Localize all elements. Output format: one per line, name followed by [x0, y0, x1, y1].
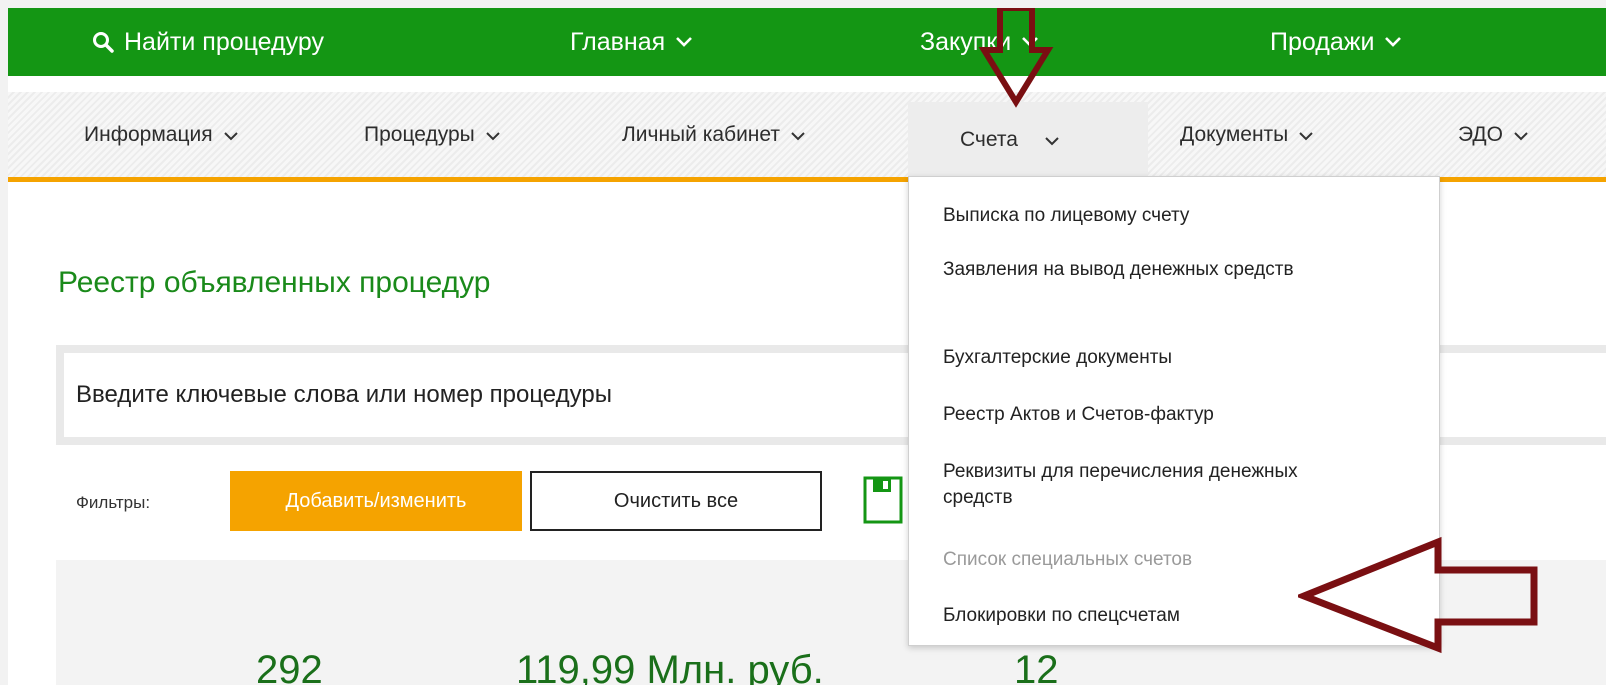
subnav-item-information[interactable]: Информация: [84, 92, 239, 177]
procedure-search-input[interactable]: [76, 353, 876, 437]
menu-item-accounting-documents[interactable]: Бухгалтерские документы: [943, 345, 1423, 371]
subnav-item-label: Процедуры: [364, 122, 475, 146]
stat-organizers-count: 12: [1014, 648, 1059, 685]
topnav-item-main[interactable]: Главная: [570, 8, 693, 76]
subnav-item-label: Личный кабинет: [622, 122, 780, 146]
chevron-down-icon: [790, 123, 806, 147]
subnav-item-documents[interactable]: Документы: [1180, 92, 1314, 177]
annotation-arrow-left-icon: [1298, 536, 1538, 654]
browser-viewport: Найти процедуру Главная Закупки Продажи …: [8, 8, 1606, 685]
chevron-down-icon: [1044, 128, 1060, 152]
subnav-item-personal-cabinet[interactable]: Личный кабинет: [622, 92, 806, 177]
subnav-item-label: Документы: [1180, 122, 1289, 146]
clear-all-button[interactable]: Очистить все: [530, 471, 822, 531]
top-navigation-bar: Найти процедуру Главная Закупки Продажи: [8, 8, 1606, 76]
subnav-item-label: ЭДО: [1458, 122, 1503, 146]
topnav-item-label: Продажи: [1270, 27, 1375, 56]
menu-item-account-statement[interactable]: Выписка по лицевому счету: [943, 203, 1423, 229]
topnav-item-label: Главная: [570, 27, 666, 56]
filters-label: Фильтры:: [76, 493, 151, 512]
subnav-item-edo[interactable]: ЭДО: [1458, 92, 1529, 177]
search-icon: [92, 31, 114, 53]
menu-item-payment-details[interactable]: Реквизиты для перечисления денежных сред…: [943, 459, 1343, 511]
find-procedure-label: Найти процедуру: [124, 27, 324, 56]
annotation-arrow-down-icon: [978, 8, 1054, 108]
chevron-down-icon: [1513, 123, 1529, 147]
chevron-down-icon: [1384, 36, 1402, 48]
chevron-down-icon: [675, 36, 693, 48]
find-procedure-link[interactable]: Найти процедуру: [92, 8, 324, 76]
subnav-item-label: Счета: [960, 127, 1018, 151]
chevron-down-icon: [485, 123, 501, 147]
topnav-item-sales[interactable]: Продажи: [1270, 8, 1402, 76]
stat-total-amount: 119,99 Млн. руб.: [516, 648, 824, 685]
subnav-item-procedures[interactable]: Процедуры: [364, 92, 501, 177]
stat-procedures-count: 292: [256, 648, 323, 685]
save-icon[interactable]: [863, 476, 903, 529]
chevron-down-icon: [223, 123, 239, 147]
page-title: Реестр объявленных процедур: [58, 266, 491, 299]
add-filter-button[interactable]: Добавить/изменить: [230, 471, 522, 531]
subnav-item-accounts[interactable]: Счета: [908, 102, 1148, 177]
menu-item-acts-invoices-registry[interactable]: Реестр Актов и Счетов-фактур: [943, 402, 1423, 428]
chevron-down-icon: [1298, 123, 1314, 147]
subnav-item-label: Информация: [84, 122, 213, 146]
secondary-navigation-bar: Информация Процедуры Личный кабинет Счет…: [8, 92, 1606, 182]
menu-item-withdrawal-requests[interactable]: Заявления на вывод денежных средств: [943, 257, 1343, 283]
